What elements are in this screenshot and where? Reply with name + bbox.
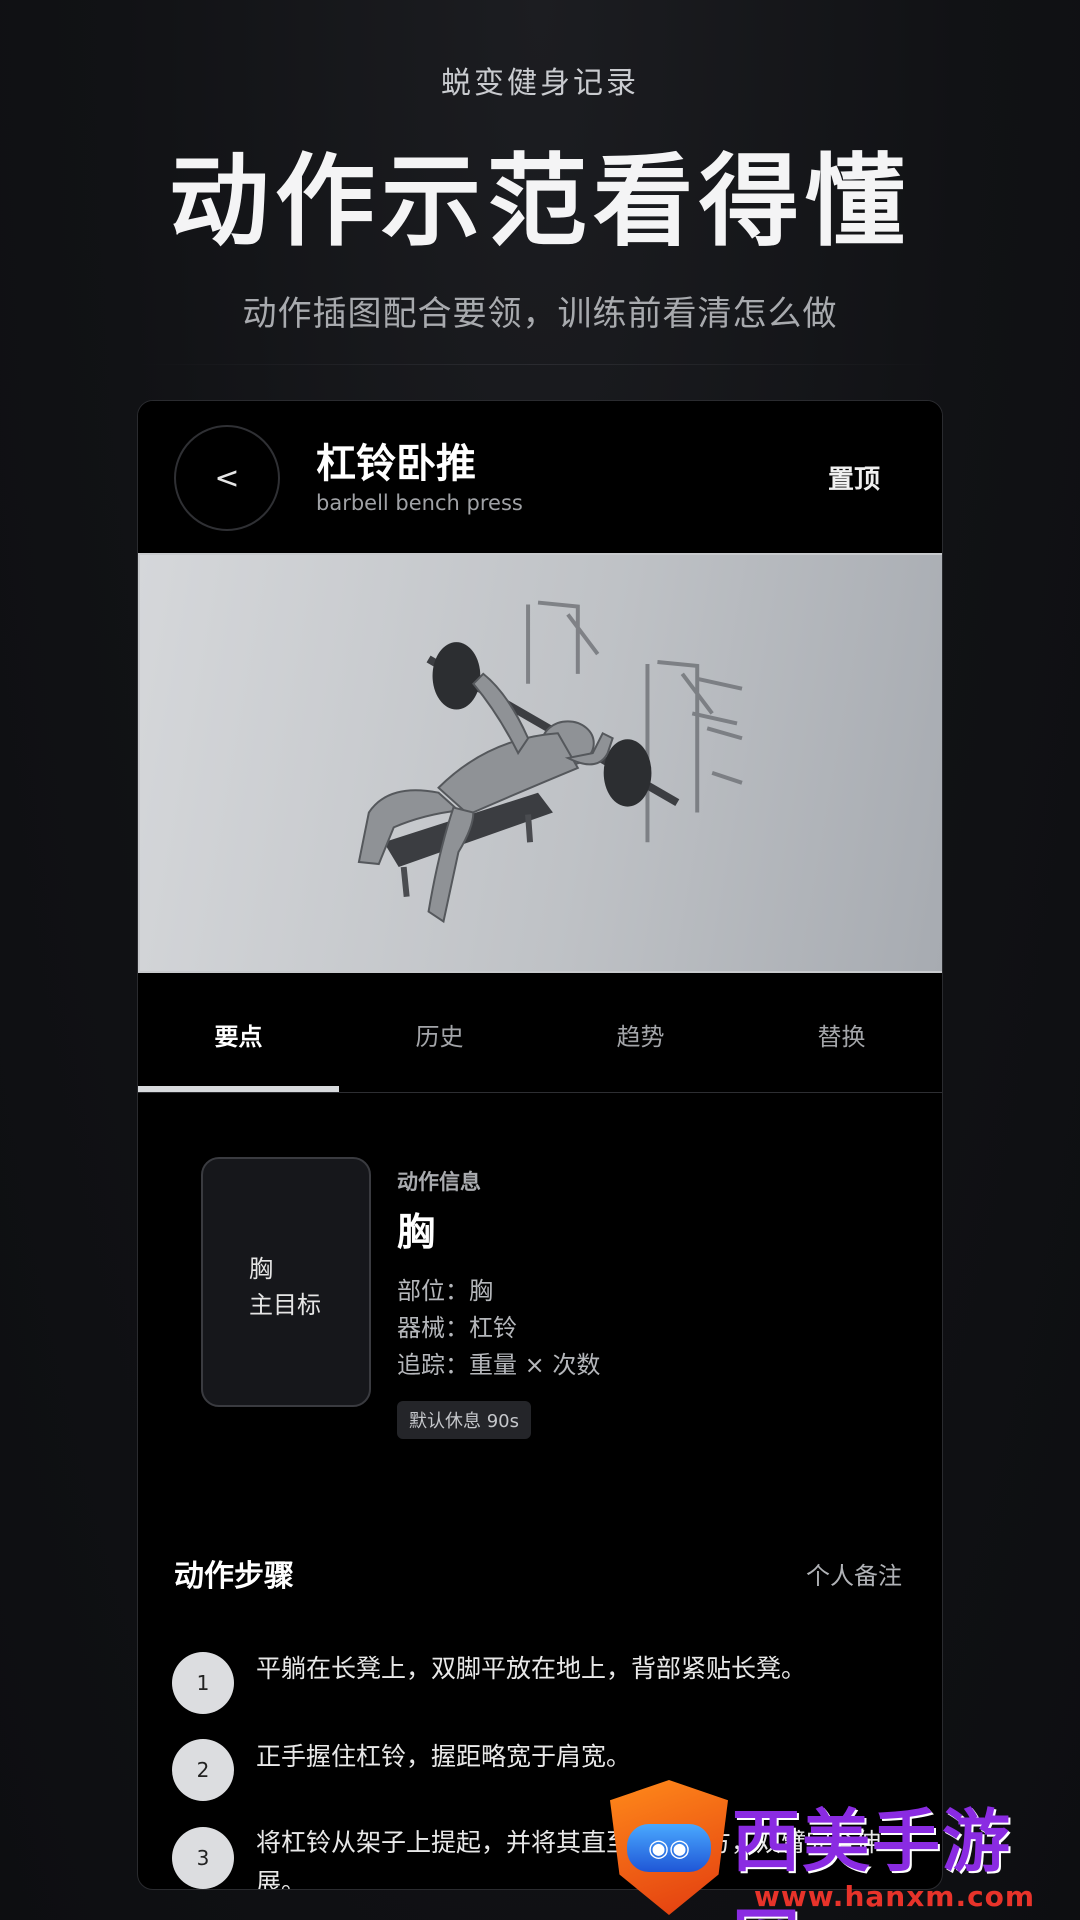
step-number: 1 bbox=[172, 1652, 234, 1714]
tab-indicator bbox=[138, 1086, 339, 1092]
exercise-header: < 杠铃卧推 barbell bench press 置顶 bbox=[138, 401, 942, 551]
promo-title: 动作示范看得懂 bbox=[169, 143, 911, 260]
promo-subtitle: 蜕变健身记录 bbox=[441, 66, 639, 101]
info-heading: 动作信息 bbox=[397, 1170, 481, 1194]
info-tracking: 追踪：重量 × 次数 bbox=[397, 1351, 601, 1379]
exercise-illustration bbox=[138, 553, 942, 973]
step-number: 3 bbox=[172, 1827, 234, 1889]
step-text: 正手握住杠铃，握距略宽于肩宽。 bbox=[256, 1742, 632, 1771]
back-button[interactable]: < bbox=[174, 425, 280, 531]
info-main-muscle: 胸 bbox=[397, 1210, 436, 1254]
back-icon: < bbox=[214, 460, 240, 496]
watermark-url: www.hanxm.com bbox=[754, 1880, 1036, 1913]
target-label: 主目标 bbox=[249, 1291, 321, 1319]
info-part: 部位：胸 bbox=[397, 1277, 493, 1305]
pin-button[interactable]: 置顶 bbox=[828, 459, 880, 496]
gamepad-icon: ◉◉ bbox=[627, 1823, 711, 1872]
bench-press-illustration bbox=[357, 600, 743, 924]
tab-replace[interactable]: 替换 bbox=[741, 975, 942, 1093]
rest-badge: 默认休息 90s bbox=[397, 1401, 532, 1439]
target-muscle-card: 胸 主目标 bbox=[201, 1157, 371, 1407]
watermark-shield-icon: ◉◉ bbox=[610, 1780, 728, 1915]
tab-key-points[interactable]: 要点 bbox=[138, 975, 339, 1093]
site-watermark: ◉◉ 西美手游网 www.hanxm.com bbox=[604, 1780, 1080, 1920]
tab-trend[interactable]: 趋势 bbox=[540, 975, 741, 1093]
step-number: 2 bbox=[172, 1739, 234, 1801]
exercise-name: 杠铃卧推 bbox=[316, 441, 476, 487]
tab-bar: 要点 历史 趋势 替换 bbox=[138, 975, 942, 1093]
exercise-english-name: barbell bench press bbox=[316, 491, 523, 515]
app-screen: < 杠铃卧推 barbell bench press 置顶 要点 历史 趋势 替… bbox=[137, 400, 943, 1890]
personal-notes-button[interactable]: 个人备注 bbox=[806, 1556, 902, 1591]
step-text: 平躺在长凳上，双脚平放在地上，背部紧贴长凳。 bbox=[256, 1654, 807, 1683]
target-muscle: 胸 bbox=[249, 1255, 273, 1283]
tab-history[interactable]: 历史 bbox=[339, 975, 540, 1093]
info-equipment: 器械：杠铃 bbox=[397, 1314, 517, 1342]
promo-divider bbox=[140, 364, 940, 365]
promo-caption: 动作插图配合要领，训练前看清怎么做 bbox=[242, 294, 838, 334]
steps-title: 动作步骤 bbox=[174, 1559, 294, 1594]
promo-page: 蜕变健身记录 动作示范看得懂 动作插图配合要领，训练前看清怎么做 < 杠铃卧推 … bbox=[0, 0, 1080, 1920]
